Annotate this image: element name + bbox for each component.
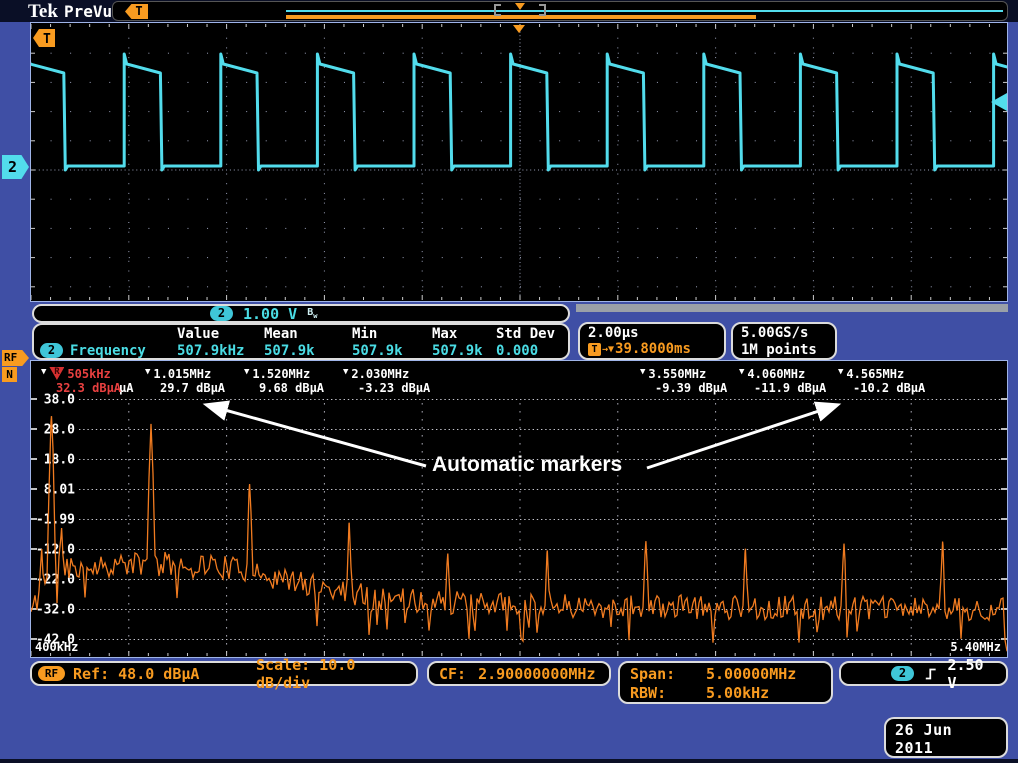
meas-value: 507.9kHz xyxy=(177,343,244,359)
rf-badge: RF xyxy=(38,666,65,681)
acquisition-box[interactable]: 5.00GS/s 1M points xyxy=(731,322,837,360)
trigger-t-icon: T xyxy=(588,343,601,356)
acquisition-status: PreVu xyxy=(64,2,112,21)
meas-min: 507.9k xyxy=(352,343,403,359)
record-length: 1M points xyxy=(741,342,827,359)
channel-2-badge: 2 xyxy=(40,343,63,358)
rising-edge-icon xyxy=(924,666,937,682)
trigger-position-icon: T xyxy=(125,4,148,19)
marker-amplitude: 29.7 dBµA xyxy=(145,381,225,395)
datetime-box: 26 Jun 2011 16:40:55 xyxy=(884,717,1008,758)
rf-reference-level-box[interactable]: RF Ref: 48.0 dBµA Scale: 10.0 dB/div xyxy=(30,661,418,686)
bandwidth-limit-indicator: Bw xyxy=(307,307,317,320)
marker-frequency: 4.060MHz xyxy=(747,367,805,381)
annotation-text: Automatic markers xyxy=(432,453,622,477)
measurement-name: Frequency xyxy=(70,343,146,359)
ref-marker-amplitude: 32.3 dBµA xyxy=(41,381,121,395)
tek-logo: Tek xyxy=(28,1,58,23)
sample-rate: 5.00GS/s xyxy=(741,325,827,342)
channel-2-scale-bar[interactable]: 2 1.00 V Bw xyxy=(32,304,570,323)
rf-amplitude-unit: µA xyxy=(119,381,133,395)
marker-arrow-icon: ▼ xyxy=(41,367,46,378)
rf-auto-marker: ▼2.030MHz-3.23 dBµA xyxy=(343,367,430,395)
bottom-edge xyxy=(0,759,1018,763)
marker-frequency: 1.015MHz xyxy=(153,367,211,381)
delay-value: 39.8000ms xyxy=(615,341,691,357)
delay-arrow-icon: →▼ xyxy=(602,344,614,355)
trigger-t-label: T xyxy=(43,32,51,47)
marker-arrow-icon: ▼ xyxy=(739,367,744,378)
rf-auto-marker: ▼4.565MHz-10.2 dBµA xyxy=(838,367,925,395)
rbw-value: 5.00kHz xyxy=(706,684,769,702)
marker-amplitude: -9.39 dBµA xyxy=(640,381,727,395)
channel-2-badge: 2 xyxy=(210,306,233,321)
timebase-scale: 2.00µs xyxy=(588,325,716,341)
marker-amplitude: -11.9 dBµA xyxy=(739,381,826,395)
meas-mean: 507.9k xyxy=(264,343,315,359)
horizontal-scale-box[interactable]: 2.00µs T →▼ 39.8000ms xyxy=(578,322,726,360)
channel-2-scale: 1.00 V xyxy=(243,305,297,323)
span-rbw-box[interactable]: Span:5.00000MHz RBW:5.00kHz xyxy=(618,661,833,704)
rf-channel-badge[interactable]: RF xyxy=(2,350,29,366)
meas-header-min: Min xyxy=(352,326,377,342)
rf-reference-marker: ▼ R 505kHz 32.3 dBµA xyxy=(41,367,121,395)
rf-normalized-badge: N xyxy=(2,367,17,382)
meas-header-stddev: Std Dev xyxy=(496,326,555,342)
rf-auto-marker: ▼4.060MHz-11.9 dBµA xyxy=(739,367,826,395)
date-label: 26 Jun 2011 xyxy=(895,721,997,757)
rf-marker-layer: ▼ R 505kHz 32.3 dBµA µA ▼1.015MHz29.7 dB… xyxy=(31,361,1007,657)
ch2-waveform-plot: T xyxy=(31,23,1007,301)
window-bracket-right-icon[interactable] xyxy=(539,4,546,16)
rf-spectrum-graticule: 38.028.018.08.01-1.99-12.0-22.0-32.0-42.… xyxy=(30,360,1008,658)
marker-arrow-icon: ▼ xyxy=(343,367,348,378)
marker-frequency: 2.030MHz xyxy=(351,367,409,381)
rbw-label: RBW: xyxy=(630,684,706,703)
trigger-readout-box[interactable]: 2 2.50 V xyxy=(839,661,1008,686)
cf-value: 2.90000000MHz xyxy=(478,665,595,683)
span-label: Span: xyxy=(630,665,706,684)
reference-flag-icon: R xyxy=(49,367,64,380)
rf-auto-marker: ▼3.550MHz-9.39 dBµA xyxy=(640,367,727,395)
record-overview-bar[interactable]: T xyxy=(112,1,1008,21)
domain-divider-bar xyxy=(576,304,1008,312)
window-bracket-left-icon[interactable] xyxy=(494,4,501,16)
trigger-marker-icon xyxy=(515,3,525,10)
marker-amplitude: -10.2 dBµA xyxy=(838,381,925,395)
marker-arrow-icon: ▼ xyxy=(145,367,150,378)
marker-frequency: 3.550MHz xyxy=(648,367,706,381)
trigger-position-top-icon xyxy=(513,25,525,33)
time-domain-graticule: T xyxy=(30,22,1008,302)
stop-frequency-label: 5.40MHz xyxy=(950,640,1001,654)
marker-frequency: 4.565MHz xyxy=(846,367,904,381)
rf-auto-marker: ▼1.015MHz29.7 dBµA xyxy=(145,367,225,395)
cf-label: CF: xyxy=(439,665,466,683)
meas-header-mean: Mean xyxy=(264,326,298,342)
top-status-bar: Tek PreVu T xyxy=(0,0,1018,22)
trigger-level: 2.50 V xyxy=(947,656,996,692)
record-line xyxy=(286,10,1003,12)
ch2-trace xyxy=(31,54,1007,170)
meas-header-value: Value xyxy=(177,326,219,342)
ref-marker-freq: 505kHz xyxy=(67,367,110,381)
rf-scale: Scale: 10.0 dB/div xyxy=(256,656,416,692)
marker-arrow-icon: ▼ xyxy=(838,367,843,378)
marker-arrow-icon: ▼ xyxy=(244,367,249,378)
marker-amplitude: -3.23 dBµA xyxy=(343,381,430,395)
channel-2-reference-badge[interactable]: 2 xyxy=(2,155,29,179)
trigger-source-badge: 2 xyxy=(891,666,914,681)
measurement-readout-box: Value Mean Min Max Std Dev 2 Frequency 5… xyxy=(32,323,570,360)
marker-arrow-icon: ▼ xyxy=(640,367,645,378)
meas-header-max: Max xyxy=(432,326,457,342)
start-frequency-label: 400kHz xyxy=(35,640,78,654)
horizontal-delay-readout: T →▼ 39.8000ms xyxy=(588,341,716,357)
span-value: 5.00000MHz xyxy=(706,665,796,683)
rf-auto-marker: ▼1.520MHz9.68 dBµA xyxy=(244,367,324,395)
expansion-bar xyxy=(286,15,756,19)
meas-max: 507.9k xyxy=(432,343,483,359)
marker-frequency: 1.520MHz xyxy=(252,367,310,381)
center-frequency-box[interactable]: CF: 2.90000000MHz xyxy=(427,661,611,686)
marker-amplitude: 9.68 dBµA xyxy=(244,381,324,395)
rf-ref-level: Ref: 48.0 dBµA xyxy=(73,665,256,683)
meas-stddev: 0.000 xyxy=(496,343,538,359)
